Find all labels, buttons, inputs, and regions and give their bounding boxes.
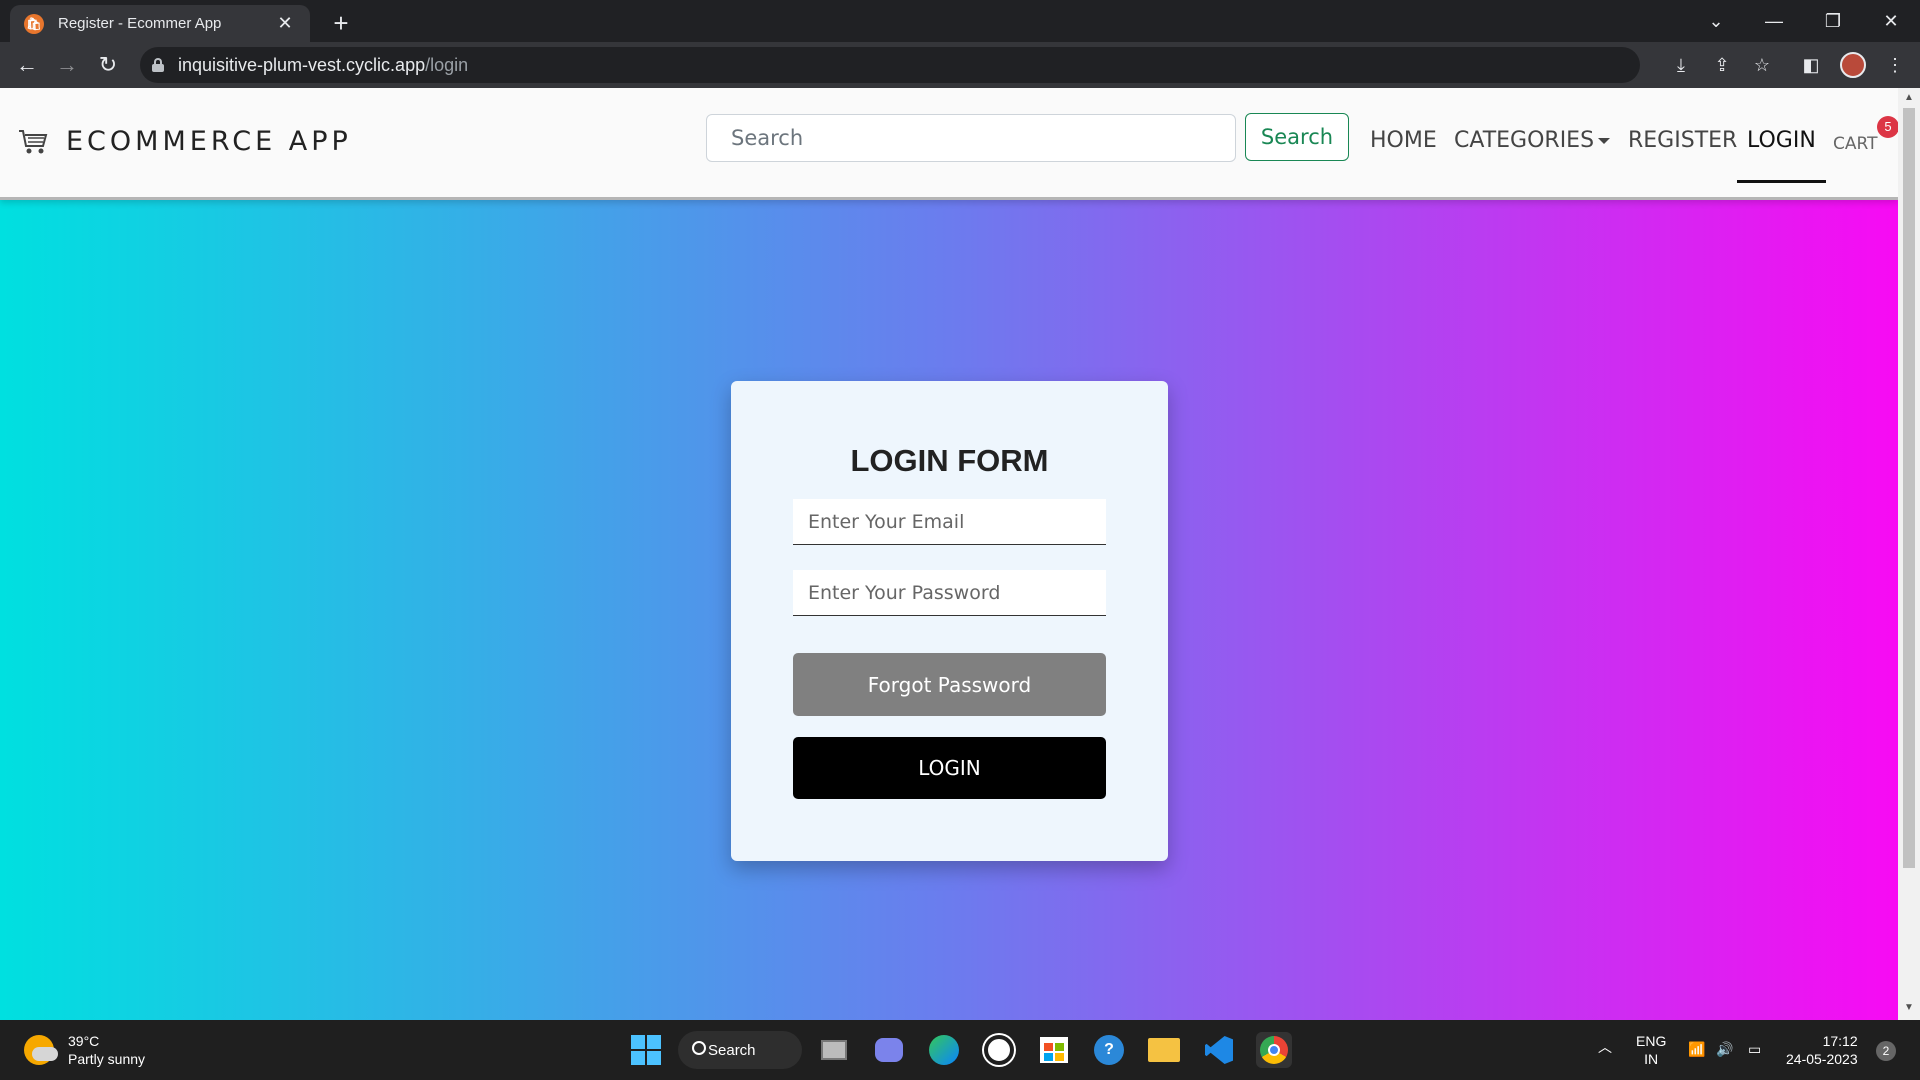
browser-tab[interactable]: 🛍 Register - Ecommer App ✕ <box>10 5 310 42</box>
url-path: /login <box>425 54 469 75</box>
help-icon[interactable]: ? <box>1091 1032 1127 1068</box>
nav-categories-label: CATEGORIES <box>1454 128 1595 153</box>
github-desktop-icon[interactable] <box>981 1032 1017 1068</box>
partly-sunny-icon <box>24 1035 58 1065</box>
email-field[interactable] <box>793 499 1106 545</box>
start-menu-icon[interactable] <box>628 1032 664 1068</box>
taskbar-search[interactable]: Search <box>678 1031 802 1069</box>
nav-home-link[interactable]: HOME <box>1370 128 1437 153</box>
file-explorer-icon[interactable] <box>1146 1032 1182 1068</box>
windows-taskbar: 39°C Partly sunny Search ? ︿ ENG IN 📶 🔊 … <box>0 1020 1920 1080</box>
teams-chat-icon[interactable] <box>871 1032 907 1068</box>
chrome-icon[interactable] <box>1256 1032 1292 1068</box>
taskbar-search-label: Search <box>708 1041 756 1059</box>
minimize-button[interactable]: — <box>1754 6 1794 36</box>
search-input[interactable] <box>706 114 1236 162</box>
browser-tab-strip: 🛍 Register - Ecommer App ✕ + ⌄ — ❐ ✕ <box>0 0 1920 42</box>
page-scrollbar[interactable]: ▲ ▼ <box>1898 88 1920 1020</box>
microsoft-store-icon[interactable] <box>1036 1032 1072 1068</box>
side-panel-icon[interactable]: ◧ <box>1798 52 1824 78</box>
restore-button[interactable]: ❐ <box>1813 6 1853 36</box>
region-code: IN <box>1644 1051 1659 1067</box>
shopping-cart-icon <box>19 129 48 153</box>
profile-avatar[interactable] <box>1840 52 1866 78</box>
show-hidden-icons[interactable]: ︿ <box>1598 1038 1612 1056</box>
language-indicator[interactable]: ENG IN <box>1636 1032 1666 1068</box>
lock-icon[interactable] <box>152 58 164 72</box>
clock[interactable]: 17:12 24-05-2023 <box>1786 1032 1858 1068</box>
scroll-down-arrow-icon[interactable]: ▼ <box>1903 1002 1915 1013</box>
url-host: inquisitive-plum-vest.cyclic.app <box>178 54 426 75</box>
battery-icon[interactable]: ▭ <box>1748 1040 1761 1058</box>
install-app-icon[interactable]: ⤓ <box>1668 52 1694 78</box>
login-button[interactable]: LOGIN <box>793 737 1106 799</box>
login-form-title: LOGIN FORM <box>850 443 1049 478</box>
site-navbar: ECOMMERCE APP Search HOME CATEGORIES REG… <box>0 88 1898 200</box>
back-arrow-icon[interactable]: ← <box>12 50 42 80</box>
weather-text: 39°C Partly sunny <box>68 1032 145 1068</box>
login-card: LOGIN FORM Forgot Password LOGIN <box>731 381 1168 861</box>
volume-icon[interactable]: 🔊 <box>1716 1040 1733 1058</box>
nav-cart-link[interactable]: CART <box>1833 134 1877 154</box>
language-code: ENG <box>1636 1033 1667 1049</box>
page-viewport: ECOMMERCE APP Search HOME CATEGORIES REG… <box>0 88 1898 1020</box>
tab-search-icon[interactable]: ⌄ <box>1696 6 1736 36</box>
tab-close-icon[interactable]: ✕ <box>274 13 296 34</box>
cart-count-badge: 5 <box>1877 116 1898 138</box>
nav-login-link[interactable]: LOGIN <box>1737 128 1826 183</box>
forgot-password-button[interactable]: Forgot Password <box>793 653 1106 716</box>
shopping-bag-favicon-icon: 🛍 <box>24 13 44 34</box>
password-field[interactable] <box>793 570 1106 616</box>
task-view-icon[interactable] <box>816 1032 852 1068</box>
new-tab-button[interactable]: + <box>326 8 356 38</box>
nav-categories-dropdown[interactable]: CATEGORIES <box>1454 128 1611 153</box>
close-window-button[interactable]: ✕ <box>1871 6 1911 36</box>
reload-icon[interactable]: ↻ <box>93 50 123 80</box>
edge-browser-icon[interactable] <box>926 1032 962 1068</box>
bookmark-star-icon[interactable]: ☆ <box>1749 52 1775 78</box>
nav-register-link[interactable]: REGISTER <box>1628 128 1737 153</box>
address-bar[interactable]: inquisitive-plum-vest.cyclic.app/login <box>140 47 1640 83</box>
scroll-thumb[interactable] <box>1903 108 1915 868</box>
tab-title: Register - Ecommer App <box>58 15 222 32</box>
vscode-icon[interactable] <box>1201 1032 1237 1068</box>
search-icon <box>692 1041 706 1055</box>
chrome-menu-icon[interactable]: ⋮ <box>1882 52 1908 78</box>
brand-link[interactable]: ECOMMERCE APP <box>18 126 352 157</box>
search-button[interactable]: Search <box>1245 113 1349 161</box>
weather-widget[interactable]: 39°C Partly sunny <box>24 1032 145 1068</box>
brand-name: ECOMMERCE APP <box>66 126 352 157</box>
weather-desc: Partly sunny <box>68 1051 146 1067</box>
weather-temp: 39°C <box>68 1033 100 1049</box>
scroll-up-arrow-icon[interactable]: ▲ <box>1903 92 1915 103</box>
notification-badge[interactable]: 2 <box>1876 1041 1896 1061</box>
caret-down-icon <box>1598 138 1611 144</box>
wifi-icon[interactable]: 📶 <box>1688 1040 1705 1058</box>
clock-time: 17:12 <box>1822 1033 1858 1049</box>
clock-date: 24-05-2023 <box>1786 1051 1858 1067</box>
browser-toolbar: ← → ↻ inquisitive-plum-vest.cyclic.app/l… <box>0 42 1920 88</box>
share-icon[interactable]: ⇪ <box>1709 52 1735 78</box>
forward-arrow-icon[interactable]: → <box>52 50 82 80</box>
